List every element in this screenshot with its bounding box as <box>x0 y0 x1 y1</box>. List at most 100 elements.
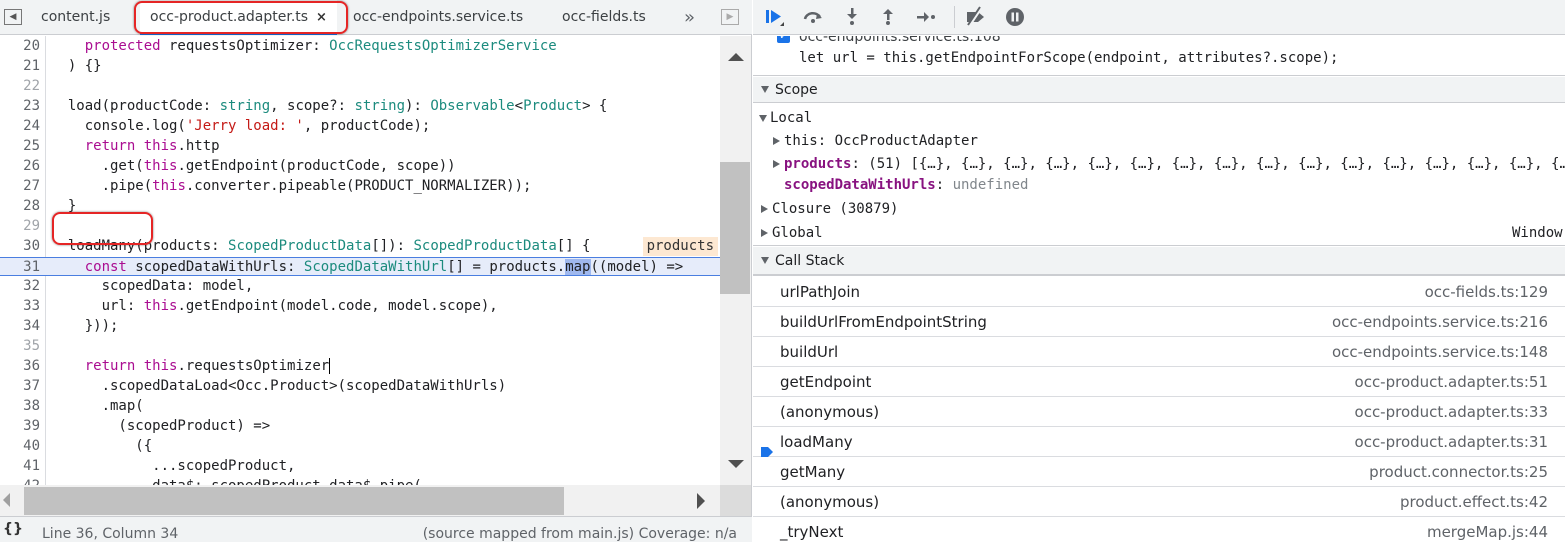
horizontal-scrollbar[interactable] <box>0 485 720 516</box>
frame-location-link[interactable]: occ-product.adapter.ts:31 <box>1355 427 1548 457</box>
line-number[interactable]: 35 <box>0 337 40 356</box>
scope-section-header[interactable]: Scope <box>753 77 1565 103</box>
line-number[interactable]: 20 <box>0 37 40 56</box>
resume-button[interactable] <box>763 6 787 28</box>
code-line-current[interactable]: 31 const scopedDataWithUrls: ScopedDataW… <box>0 257 720 276</box>
line-number[interactable]: 27 <box>0 177 40 196</box>
callstack-frame[interactable]: (anonymous) occ-product.adapter.ts:33 <box>753 397 1565 427</box>
code-line[interactable]: 20 protected requestsOptimizer: OccReque… <box>0 37 720 56</box>
step-over-button[interactable] <box>801 6 825 28</box>
code-line[interactable]: 35 <box>0 337 720 356</box>
line-number[interactable]: 40 <box>0 437 40 456</box>
callstack-frame[interactable]: _tryNext mergeMap.js:44 <box>753 517 1565 542</box>
line-number[interactable]: 26 <box>0 157 40 176</box>
scroll-left-icon[interactable] <box>3 493 10 507</box>
callstack-frame[interactable]: buildUrl occ-endpoints.service.ts:148 <box>753 337 1565 367</box>
scope-this[interactable]: this: OccProductAdapter <box>773 130 978 152</box>
frame-location-link[interactable]: occ-product.adapter.ts:33 <box>1355 397 1548 427</box>
scroll-down-icon[interactable] <box>728 460 744 468</box>
line-number[interactable]: 32 <box>0 277 40 296</box>
code-line[interactable]: 32 scopedData: model, <box>0 277 720 296</box>
line-number[interactable]: 30 <box>0 237 40 256</box>
line-number[interactable]: 29 <box>0 217 40 236</box>
line-number[interactable]: 41 <box>0 457 40 476</box>
inline-variable-value[interactable]: products <box>642 237 718 256</box>
step-into-button[interactable] <box>840 6 864 28</box>
scope-closure[interactable]: Closure (30879) <box>761 198 898 220</box>
line-number[interactable]: 34 <box>0 317 40 336</box>
tab-content-js[interactable]: content.js <box>41 0 110 35</box>
line-number[interactable]: 28 <box>0 197 40 216</box>
frame-location-link[interactable]: product.connector.ts:25 <box>1369 457 1548 487</box>
frame-location-link[interactable]: occ-product.adapter.ts:51 <box>1355 367 1548 397</box>
line-number[interactable]: 23 <box>0 97 40 116</box>
code-line[interactable]: 41 ...scopedProduct, <box>0 457 720 476</box>
code-line[interactable]: 23 load(productCode: string, scope?: str… <box>0 97 720 116</box>
callstack-frame[interactable]: getEndpoint occ-product.adapter.ts:51 <box>753 367 1565 397</box>
toggle-debugger-button[interactable]: ▶ <box>721 9 739 25</box>
line-number[interactable]: 38 <box>0 397 40 416</box>
pretty-print-button[interactable]: {} <box>3 521 23 537</box>
line-number[interactable]: 33 <box>0 297 40 316</box>
chevron-double-right-icon: » <box>684 7 696 28</box>
scope-global[interactable]: Global <box>761 222 823 244</box>
code-line[interactable]: 21 ) {} <box>0 57 720 76</box>
step-out-button[interactable] <box>876 6 900 28</box>
deactivate-breakpoints-button[interactable] <box>963 6 987 28</box>
step-button[interactable] <box>914 6 938 28</box>
breakpoint-checkbox[interactable]: ✓ <box>777 36 790 43</box>
callstack-frame[interactable]: (anonymous) product.effect.ts:42 <box>753 487 1565 517</box>
code-line[interactable]: 39 (scopedProduct) => <box>0 417 720 436</box>
code-line[interactable]: 33 url: this.getEndpoint(model.code, mod… <box>0 297 720 316</box>
frame-location-link[interactable]: occ-fields.ts:129 <box>1425 277 1548 307</box>
scope-scopeddatawithurls[interactable]: scopedDataWithUrls: undefined <box>784 174 1028 196</box>
code-line[interactable]: 27 .pipe(this.converter.pipeable(PRODUCT… <box>0 177 720 196</box>
line-number[interactable]: 36 <box>0 357 40 376</box>
cursor-position: Line 36, Column 34 <box>42 526 179 542</box>
code-line[interactable]: 24 console.log('Jerry load: ', productCo… <box>0 117 720 136</box>
line-number[interactable]: 25 <box>0 137 40 156</box>
line-number[interactable]: 24 <box>0 117 40 136</box>
code-line[interactable]: 34 })); <box>0 317 720 336</box>
code-line[interactable]: 37 .scopedDataLoad<Occ.Product>(scopedDa… <box>0 377 720 396</box>
frame-location-link[interactable]: occ-endpoints.service.ts:148 <box>1332 337 1548 367</box>
more-tabs-button[interactable]: » <box>684 0 695 35</box>
line-number[interactable]: 39 <box>0 417 40 436</box>
code-line[interactable]: 38 .map( <box>0 397 720 416</box>
frame-location-link[interactable]: product.effect.ts:42 <box>1400 487 1548 517</box>
callstack-frame[interactable]: buildUrlFromEndpointString occ-endpoints.… <box>753 307 1565 337</box>
vertical-scroll-thumb[interactable] <box>720 162 750 294</box>
line-number[interactable]: 22 <box>0 77 40 96</box>
code-text: console.log('Jerry load: ', productCode)… <box>51 118 431 134</box>
toggle-navigator-button[interactable]: ◀ <box>4 9 22 25</box>
callstack-frame[interactable]: urlPathJoin occ-fields.ts:129 <box>753 277 1565 307</box>
horizontal-scroll-thumb[interactable] <box>24 487 564 515</box>
code-line[interactable]: 25 return this.http <box>0 137 720 156</box>
code-line[interactable]: 26 .get(this.getEndpoint(productCode, sc… <box>0 157 720 176</box>
callstack-frame[interactable]: loadMany occ-product.adapter.ts:31 <box>753 427 1565 457</box>
callstack-frame[interactable]: getMany product.connector.ts:25 <box>753 457 1565 487</box>
line-number[interactable]: 31 <box>0 258 40 277</box>
frame-function-name: (anonymous) <box>780 403 880 421</box>
code-text: protected requestsOptimizer: OccRequests… <box>84 38 557 54</box>
code-line[interactable]: 40 ({ <box>0 437 720 456</box>
breakpoint-item[interactable]: ✓ occ-endpoints.service.ts:108 let url =… <box>753 36 1565 76</box>
scroll-up-icon[interactable] <box>728 53 744 61</box>
tab-occ-endpoints-service[interactable]: occ-endpoints.service.ts <box>353 0 523 35</box>
code-line[interactable]: 22 <box>0 77 720 96</box>
code-editor[interactable]: 20 protected requestsOptimizer: OccReque… <box>0 36 720 486</box>
code-line[interactable]: 36 return this.requestsOptimizer <box>0 357 720 376</box>
line-number[interactable]: 37 <box>0 377 40 396</box>
frame-location-link[interactable]: occ-endpoints.service.ts:216 <box>1332 307 1548 337</box>
editor-statusbar: {} Line 36, Column 34 (source mapped fro… <box>0 516 752 542</box>
vertical-scrollbar[interactable] <box>720 36 751 486</box>
pause-on-exceptions-button[interactable] <box>1003 6 1027 28</box>
tab-occ-fields[interactable]: occ-fields.ts <box>562 0 646 35</box>
line-number[interactable]: 21 <box>0 57 40 76</box>
scope-products[interactable]: products: (51) [{…}, {…}, {…}, {…}, {…},… <box>773 153 1565 175</box>
scroll-right-icon[interactable] <box>697 493 705 509</box>
frame-location-link[interactable]: mergeMap.js:44 <box>1427 517 1548 542</box>
step-out-icon <box>883 9 893 25</box>
scope-local[interactable]: Local <box>759 107 812 129</box>
callstack-section-header[interactable]: Call Stack <box>753 247 1565 276</box>
